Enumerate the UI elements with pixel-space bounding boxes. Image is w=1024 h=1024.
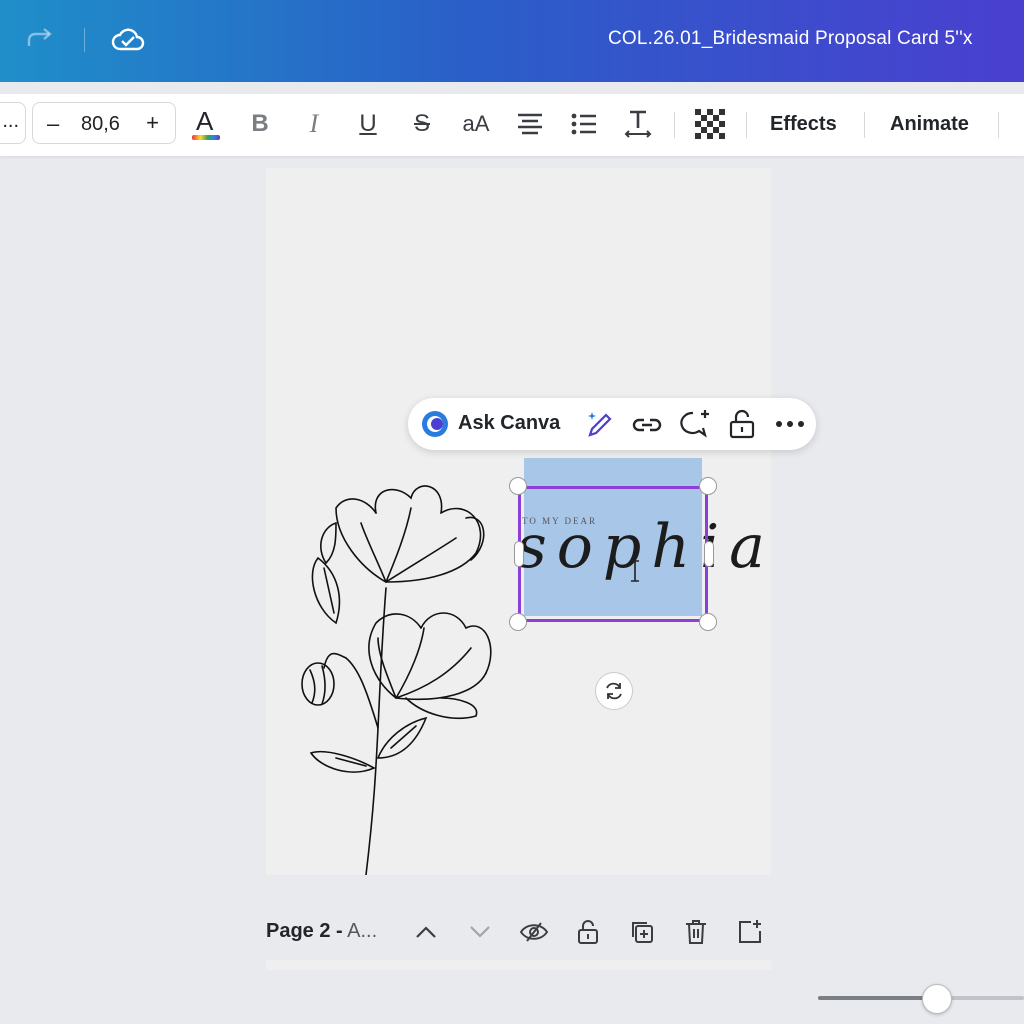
page-number-label: Page 2 - — [266, 920, 343, 942]
add-comment-icon[interactable] — [678, 408, 712, 440]
toolbar-divider — [864, 112, 865, 138]
lock-page-icon[interactable] — [570, 914, 606, 950]
cloud-saved-icon[interactable] — [110, 22, 146, 58]
spacing-icon[interactable] — [622, 104, 654, 144]
move-page-down-icon[interactable] — [462, 914, 498, 950]
letter-case-button[interactable]: aA — [458, 104, 494, 144]
bold-icon[interactable]: B — [244, 104, 276, 144]
element-floating-toolbar: Ask Canva — [408, 398, 816, 450]
increase-size-button[interactable]: + — [146, 110, 159, 136]
resize-handle-bottom-right[interactable] — [699, 613, 717, 631]
text-cursor-icon — [630, 560, 640, 582]
magic-write-icon[interactable] — [582, 408, 616, 440]
move-page-up-icon[interactable] — [408, 914, 444, 950]
top-bar: COL.26.01_Bridesmaid Proposal Card 5''x — [0, 0, 1024, 82]
decrease-size-button[interactable]: – — [47, 111, 59, 137]
duplicate-page-icon[interactable] — [624, 914, 660, 950]
add-page-icon[interactable] — [732, 914, 768, 950]
strikethrough-icon[interactable]: S — [406, 104, 438, 144]
text-color-icon[interactable]: A — [188, 104, 224, 144]
page-title[interactable]: Page 2 - A... — [266, 920, 377, 943]
delete-page-icon[interactable] — [678, 914, 714, 950]
underline-icon[interactable]: U — [352, 104, 384, 144]
document-title[interactable]: COL.26.01_Bridesmaid Proposal Card 5''x — [608, 28, 973, 50]
list-icon[interactable] — [568, 104, 600, 144]
text-toolbar: ... – 80,6 + A B I U S aA Effects Animat… — [0, 94, 1024, 156]
toolbar-divider — [746, 112, 747, 138]
page-name-label: A... — [342, 920, 378, 942]
transparency-icon[interactable] — [694, 104, 726, 144]
selection-frame[interactable] — [518, 486, 708, 622]
ask-canva-button[interactable]: Ask Canva — [458, 412, 560, 435]
ask-canva-icon[interactable] — [420, 408, 450, 440]
resize-handle-top-left[interactable] — [509, 477, 527, 495]
hide-page-icon[interactable] — [516, 914, 552, 950]
redo-icon[interactable] — [22, 22, 58, 58]
font-family-dropdown[interactable]: ... — [0, 102, 26, 144]
lock-icon[interactable] — [726, 408, 758, 440]
resize-handle-right[interactable] — [704, 541, 714, 567]
font-size-input[interactable]: 80,6 — [81, 113, 120, 136]
toolbar-divider — [674, 112, 675, 138]
zoom-slider-handle[interactable] — [922, 984, 952, 1014]
resize-handle-top-right[interactable] — [699, 477, 717, 495]
zoom-slider-fill — [818, 996, 936, 1000]
topbar-divider — [84, 28, 85, 52]
resize-handle-bottom-left[interactable] — [509, 613, 527, 631]
svg-text:A: A — [196, 106, 214, 136]
font-size-stepper: – 80,6 + — [32, 102, 176, 144]
animate-button[interactable]: Animate — [890, 113, 969, 136]
more-options-icon[interactable] — [774, 408, 806, 440]
toolbar-divider — [998, 112, 999, 138]
effects-button[interactable]: Effects — [770, 113, 837, 136]
align-center-icon[interactable] — [514, 104, 546, 144]
link-icon[interactable] — [630, 408, 664, 440]
resize-handle-left[interactable] — [514, 541, 524, 567]
italic-icon[interactable]: I — [298, 104, 330, 144]
next-page-preview[interactable] — [266, 960, 771, 970]
rotate-icon[interactable] — [595, 672, 633, 710]
